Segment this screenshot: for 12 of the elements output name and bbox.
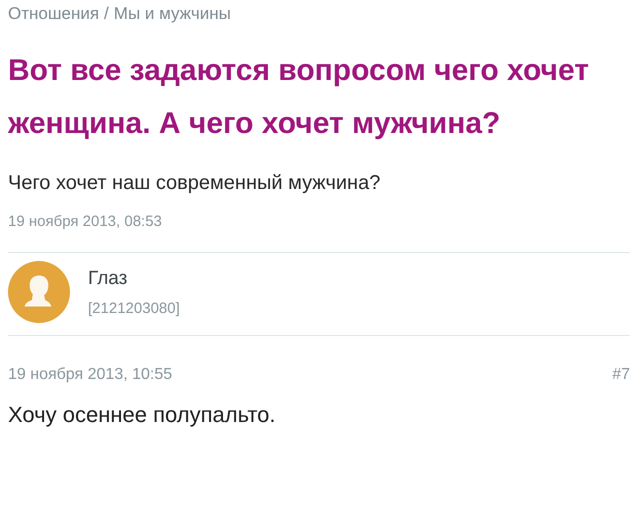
breadcrumb-link[interactable]: Отношения — [8, 4, 100, 24]
topic-text: Чего хочет наш современный мужчина? — [8, 172, 382, 195]
post-number-link[interactable]: #7 — [612, 366, 630, 384]
breadcrumb-link[interactable]: Мы и мужчины — [114, 4, 231, 24]
post-date: 19 ноября 2013, 10:55 — [8, 366, 172, 384]
topic-title: Вот все задаются вопросом чего хочет женщина. А чего хочет мужчина? — [8, 53, 590, 142]
post-text: Хочу осеннее полупальто. — [8, 402, 277, 428]
breadcrumb-separator: / — [104, 4, 109, 24]
author-name[interactable]: Глаз — [88, 268, 180, 290]
topic-date: 19 ноября 2013, 08:53 — [8, 213, 163, 230]
avatar-icon — [8, 261, 70, 323]
author-id: [2121203080] — [88, 300, 180, 316]
